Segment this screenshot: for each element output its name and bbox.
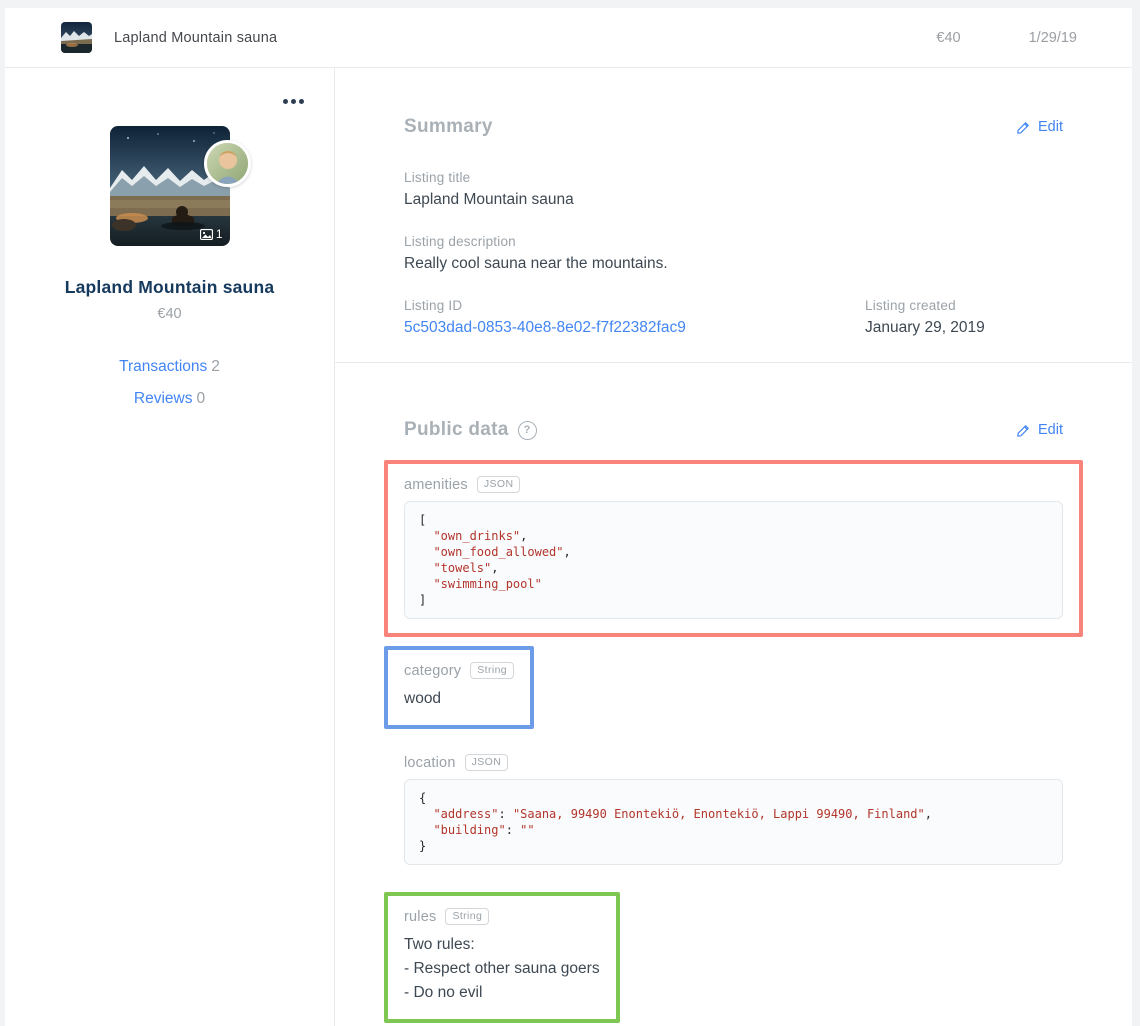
listing-created-field: Listing created January 29, 2019 [865,298,985,337]
topbar-price: €40 [936,30,960,46]
more-options-button[interactable] [277,86,310,113]
id-created-row: Listing ID 5c503dad-0853-40e8-8e02-f7f22… [404,298,1063,362]
image-count-badge: 1 [200,227,223,241]
console-page: Lapland Mountain sauna €40 1/29/19 [5,8,1132,1026]
field-value: wood [404,687,514,711]
field-type-badge: String [470,662,514,679]
topbar-left: Lapland Mountain sauna [61,22,277,53]
summary-section: Summary Edit Listing title Lapland Mount… [335,68,1132,363]
listing-title-label: Listing title [404,170,1063,185]
public-data-fields: amenities JSON [ "own_drinks", "own_food_a… [404,460,1063,1023]
listing-description-field: Listing description Really cool sauna ne… [404,234,1063,273]
field-type-badge: JSON [477,476,521,493]
field-name-label: amenities [404,477,468,493]
topbar: Lapland Mountain sauna €40 1/29/19 [5,8,1132,68]
listing-thumbnail-image [61,22,92,53]
field-name-label: location [404,755,456,771]
field-type-badge: String [445,908,489,925]
listing-created-value: January 29, 2019 [865,319,985,337]
transactions-row: Transactions2 [5,358,334,376]
listing-id-value[interactable]: 5c503dad-0853-40e8-8e02-f7f22382fac9 [404,319,865,337]
listing-id-field: Listing ID 5c503dad-0853-40e8-8e02-f7f22… [404,298,865,337]
field-code-block: { "address": "Saana, 99490 Enontekiö, En… [404,779,1063,865]
help-icon[interactable]: ? [518,421,537,440]
listing-title-field: Listing title Lapland Mountain sauna [404,170,1063,209]
public-data-edit-button[interactable]: Edit [1016,422,1063,438]
provider-avatar[interactable] [204,140,251,187]
reviews-row: Reviews0 [5,390,334,408]
sidebar-links: Transactions2 Reviews0 [5,358,334,408]
topbar-date: 1/29/19 [1029,30,1077,46]
listing-image: 1 [110,126,230,246]
transactions-count: 2 [211,358,220,375]
topbar-listing-title: Lapland Mountain sauna [114,30,277,46]
field-name-label: category [404,663,461,679]
public-data-field-location: location JSON { "address": "Saana, 99490 E… [384,738,1083,883]
listing-sidebar: 1 Lapland Mountain sauna €40 Transaction… [5,68,335,1026]
topbar-right: €40 1/29/19 [936,30,1077,46]
field-name-label: rules [404,909,436,925]
public-data-field-category: category String wood [384,646,534,729]
listing-thumbnail[interactable] [61,22,92,53]
field-value: Two rules:- Respect other sauna goers- D… [404,933,600,1005]
sidebar-listing-price: €40 [5,306,334,322]
pencil-icon [1016,120,1031,135]
ellipsis-icon [281,92,306,107]
listing-detail-main: Summary Edit Listing title Lapland Mount… [335,68,1132,1026]
field-type-badge: JSON [465,754,509,771]
listing-id-label: Listing ID [404,298,865,313]
public-data-field-amenities: amenities JSON [ "own_drinks", "own_food_a… [384,460,1083,637]
public-data-section: Public data ? Edit amenities JSON [ "own_d… [335,363,1132,1026]
reviews-link[interactable]: Reviews [134,390,193,407]
listing-title-value: Lapland Mountain sauna [404,191,1063,209]
listing-description-value: Really cool sauna near the mountains. [404,255,1063,273]
pencil-icon [1016,423,1031,438]
reviews-count: 0 [196,390,205,407]
public-data-field-rules: rules String Two rules:- Respect other sau… [384,892,620,1023]
provider-avatar-photo [207,143,248,184]
content-area: 1 Lapland Mountain sauna €40 Transaction… [5,68,1132,1026]
transactions-link[interactable]: Transactions [119,358,207,375]
sidebar-listing-title: Lapland Mountain sauna [5,277,334,298]
listing-created-label: Listing created [865,298,985,313]
field-code-block: [ "own_drinks", "own_food_allowed", "tow… [404,501,1063,619]
image-count: 1 [216,227,223,241]
photo-icon [200,229,213,240]
summary-heading: Summary [404,116,493,138]
listing-description-label: Listing description [404,234,1063,249]
summary-edit-button[interactable]: Edit [1016,119,1063,135]
public-data-heading: Public data ? [404,419,537,441]
